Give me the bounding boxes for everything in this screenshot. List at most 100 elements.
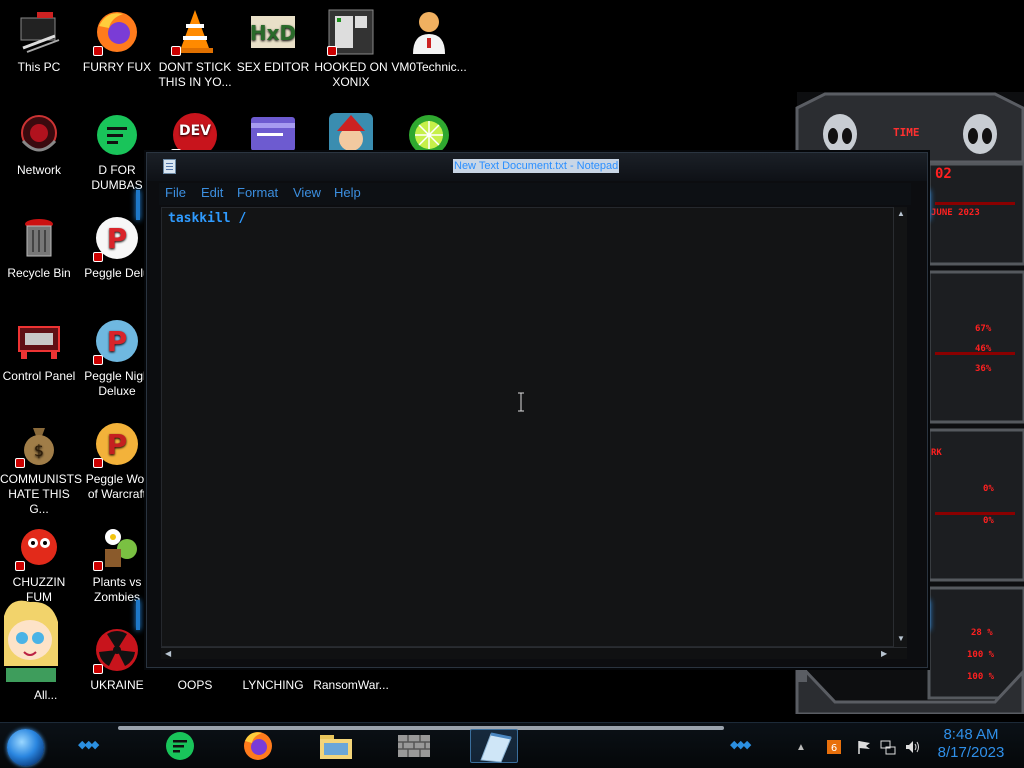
control-panel-icon [15, 317, 63, 365]
vlc-cone-icon [171, 8, 219, 56]
desktop-icon-peggle-deluxe[interactable]: P Peggle Delu [78, 214, 156, 281]
editor-content: taskkill / [168, 211, 247, 226]
money-bag-icon: $ [15, 420, 63, 468]
window-glow-left [136, 190, 140, 220]
icon-label: UKRAINE [90, 678, 144, 692]
tray-app-icon[interactable]: 6 [826, 739, 842, 755]
desktop-icon-plants-vs-zombies[interactable]: Plants vs Zombies [78, 523, 156, 605]
network-tray-icon[interactable] [880, 739, 896, 755]
menu-file[interactable]: File [165, 185, 186, 200]
desktop-icon-ukraine[interactable]: UKRAINE [78, 626, 156, 693]
tray-chevron-up-icon[interactable]: ▲ [796, 742, 812, 758]
icon-label: All... [34, 688, 58, 702]
horizontal-scrollbar[interactable]: ◀ ▶ [161, 647, 907, 659]
desktop-icon-hooked-on-xonix[interactable]: HOOKED ON XONIX [312, 8, 390, 90]
action-center-flag-icon[interactable] [856, 739, 872, 755]
icon-label: D FOR DUMBAS [91, 163, 143, 192]
icon-label: LYNCHING [242, 678, 304, 692]
taskbar-app-notepad[interactable] [470, 729, 518, 763]
start-button[interactable] [7, 729, 44, 766]
notepad-window[interactable]: New Text Document.txt - Notepad File Edi… [146, 152, 928, 668]
shortcut-arrow-icon [327, 46, 337, 56]
desktop-icon-lime[interactable] [390, 111, 468, 151]
shortcut-arrow-icon [93, 355, 103, 365]
desktop-icon-elf[interactable] [312, 111, 390, 151]
notepad-title-bar[interactable]: New Text Document.txt - Notepad [147, 153, 927, 181]
svg-text:P: P [107, 325, 128, 358]
desktop-icon-communists[interactable]: $ COMMUNISTS HATE THIS G... [0, 420, 82, 517]
peggle-nights-icon: P [93, 317, 141, 365]
ibeam-cursor-icon [518, 392, 524, 412]
computer-icon [15, 8, 63, 56]
shortcut-arrow-icon [171, 149, 181, 151]
xonix-icon [327, 8, 375, 56]
shortcut-arrow-icon [93, 252, 103, 262]
taskbar-app-firefox[interactable] [238, 729, 278, 763]
desktop-icon-this-pc[interactable]: This PC [0, 8, 78, 75]
desktop-icon-chuzzin[interactable]: CHUZZIN FUM [0, 523, 78, 605]
clock-date: 8/17/2023 [937, 744, 1005, 761]
network-globe-icon [15, 111, 63, 159]
disk-value-3: 100 % [967, 672, 995, 682]
shortcut-arrow-icon [93, 561, 103, 571]
svg-text:$: $ [34, 441, 44, 460]
firefox-icon [244, 732, 272, 760]
network-label: RK [931, 448, 942, 458]
chuzzle-icon [15, 523, 63, 571]
desktop-icon-furry-fux[interactable]: FURRY FUX [78, 8, 156, 75]
green-chat-icon [166, 732, 194, 760]
desktop-icon-network[interactable]: Network [0, 111, 78, 178]
shortcut-arrow-icon [93, 664, 103, 674]
brick-wall-icon [398, 735, 430, 757]
card-icon [249, 111, 297, 151]
cpu-value-2: 46% [975, 344, 992, 354]
desktop-icon-vm0technic[interactable]: VM0Technic... [390, 8, 468, 75]
icon-label: Control Panel [2, 369, 76, 383]
firefox-icon [93, 8, 141, 56]
icon-label: Peggle Wor of Warcraft [85, 472, 149, 501]
desktop-icon-sex-editor[interactable]: HxD SEX EDITOR [234, 8, 312, 75]
scroll-up-arrow-icon[interactable]: ▲ [897, 210, 905, 218]
shortcut-arrow-icon [15, 458, 25, 468]
desktop-icon-d-for-dumbas[interactable]: D FOR DUMBAS [78, 111, 156, 193]
desktop-icon-control-panel[interactable]: Control Panel [0, 317, 78, 384]
desktop-icon-recycle-bin[interactable]: Recycle Bin [0, 214, 78, 281]
text-editor-area[interactable]: taskkill / [161, 207, 907, 647]
spotify-like-icon [93, 111, 141, 159]
menu-edit[interactable]: Edit [201, 185, 223, 200]
taskbar-app-file-explorer[interactable] [316, 729, 356, 763]
volume-icon[interactable] [904, 739, 920, 755]
disk-value-1: 28 % [971, 628, 993, 638]
icon-label: Recycle Bin [7, 266, 71, 280]
scroll-right-arrow-icon[interactable]: ▶ [881, 650, 887, 658]
menu-help[interactable]: Help [334, 185, 361, 200]
window-glow-left [136, 600, 140, 630]
taskbar-app-firewall[interactable] [394, 729, 434, 763]
icon-label: SEX EDITOR [236, 60, 310, 74]
notepad-icon [480, 732, 512, 763]
desktop-icon-dont-stick[interactable]: DONT STICK THIS IN YO... [156, 8, 234, 90]
shortcut-arrow-icon [93, 46, 103, 56]
lime-icon [405, 111, 453, 151]
icon-label: Peggle Delu [84, 266, 150, 280]
icon-label: FURRY FUX [82, 60, 152, 74]
icon-label: OOPS [177, 678, 213, 692]
vertical-scrollbar[interactable]: ▲ ▼ [893, 207, 907, 647]
notepad-icon[interactable] [163, 159, 176, 174]
taskbar-app-green-chat[interactable] [160, 729, 200, 763]
desktop-icon-dev-cpp[interactable]: DEV [156, 111, 234, 151]
menu-view[interactable]: View [293, 185, 321, 200]
icon-label: Plants vs Zombies [92, 575, 142, 604]
desktop-icon-peggle-warcraft[interactable]: P Peggle Wor of Warcraft [78, 420, 156, 502]
desktop-icon-peggle-nights[interactable]: P Peggle Nigh Deluxe [78, 317, 156, 399]
scroll-left-arrow-icon[interactable]: ◀ [165, 650, 171, 658]
decor-chevrons-icon: ◆◆◆ [78, 739, 99, 751]
dev-cpp-icon: DEV [171, 111, 219, 151]
desktop-icon-star-character[interactable]: All... [0, 596, 62, 702]
menu-format[interactable]: Format [237, 185, 278, 200]
desktop-icon-card[interactable] [234, 111, 312, 151]
recycle-bin-icon [15, 214, 63, 262]
icon-label: DONT STICK THIS IN YO... [158, 60, 232, 89]
taskbar-clock[interactable]: 8:48 AM 8/17/2023 [930, 726, 1012, 762]
scroll-down-arrow-icon[interactable]: ▼ [897, 635, 905, 643]
